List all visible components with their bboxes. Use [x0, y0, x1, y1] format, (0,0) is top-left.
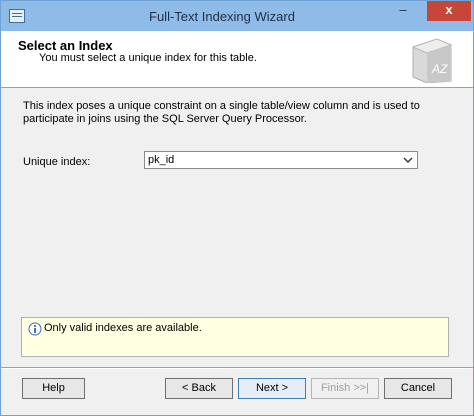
back-button[interactable]: < Back	[165, 378, 233, 399]
page-title: Select an Index	[18, 38, 113, 53]
info-panel: Only valid indexes are available.	[21, 317, 449, 357]
cancel-button[interactable]: Cancel	[384, 378, 452, 399]
footer-divider	[1, 367, 473, 369]
title-bar[interactable]: Full-Text Indexing Wizard – x	[1, 1, 473, 31]
minimize-button[interactable]: –	[389, 1, 417, 21]
info-icon	[28, 322, 42, 336]
help-button[interactable]: Help	[22, 378, 85, 399]
az-graphic-text: AZ	[431, 62, 448, 76]
close-button[interactable]: x	[427, 1, 471, 21]
unique-index-label: Unique index:	[23, 156, 91, 168]
wizard-window: Full-Text Indexing Wizard – x Select an …	[0, 0, 474, 416]
unique-index-dropdown[interactable]: pk_id	[144, 151, 418, 169]
wizard-header: Select an Index You must select a unique…	[1, 31, 473, 88]
chevron-down-icon[interactable]	[402, 155, 414, 166]
window-title: Full-Text Indexing Wizard	[149, 9, 295, 24]
page-subtitle: You must select a unique index for this …	[39, 52, 257, 64]
app-window-icon	[9, 9, 25, 23]
index-description: This index poses a unique constraint on …	[23, 100, 420, 125]
finish-button[interactable]: Finish >>|	[311, 378, 379, 399]
unique-index-selected-value: pk_id	[148, 154, 175, 166]
info-message: Only valid indexes are available.	[44, 322, 202, 334]
az-book-icon: AZ	[411, 38, 453, 83]
next-button[interactable]: Next >	[238, 378, 306, 399]
